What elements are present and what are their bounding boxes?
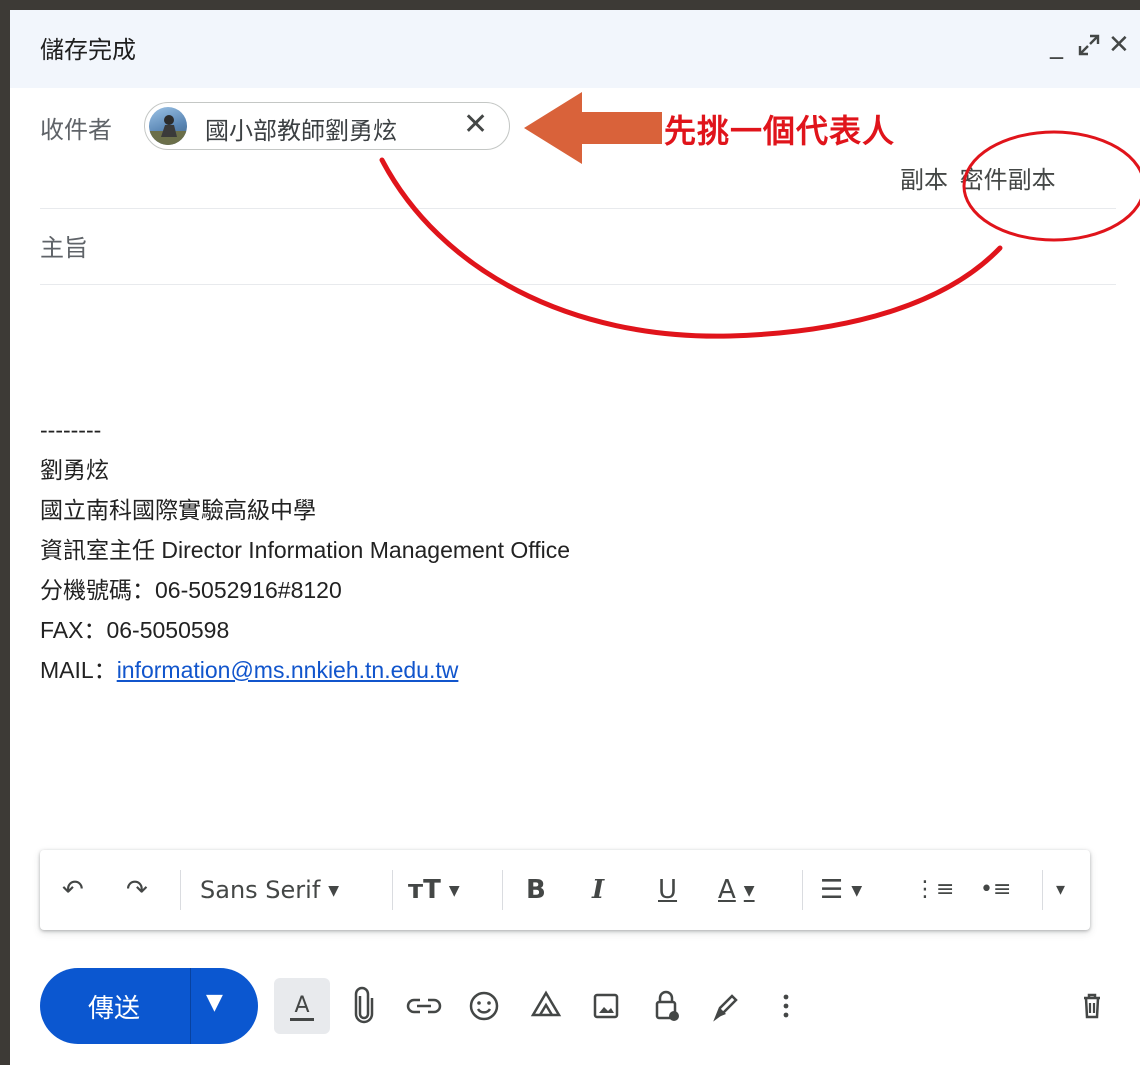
cc-bcc-links: 副本 密件副本 xyxy=(896,160,1056,195)
subject-input[interactable]: 主旨 xyxy=(40,228,88,263)
minimize-icon[interactable]: _ xyxy=(1050,30,1063,60)
chevron-down-icon: ▼ xyxy=(851,882,863,899)
drive-icon[interactable] xyxy=(518,978,574,1034)
signature-ext: 分機號碼：06-5052916#8120 xyxy=(40,577,342,603)
signature-mail-link[interactable]: information@ms.nnkieh.tn.edu.tw xyxy=(117,657,459,683)
signature-name: 劉勇炫 xyxy=(40,457,109,483)
more-formatting-icon[interactable]: ▾ xyxy=(1056,868,1065,912)
compose-title: 儲存完成 xyxy=(40,36,136,64)
send-options-icon[interactable]: ▼ xyxy=(206,990,223,1015)
send-label: 傳送 xyxy=(88,994,141,1024)
annotation-arrow-icon xyxy=(524,92,662,164)
toolbar-separator xyxy=(392,870,393,910)
expand-icon[interactable] xyxy=(1076,32,1102,67)
compose-titlebar[interactable]: 儲存完成 _ ✕ xyxy=(10,10,1140,88)
font-family-select[interactable]: Sans Serif ▼ xyxy=(200,868,339,912)
svg-text:A: A xyxy=(294,993,309,1018)
avatar xyxy=(149,107,187,145)
bulleted-list-icon[interactable]: •≡ xyxy=(980,868,1011,912)
to-label: 收件者 xyxy=(40,116,112,144)
recipients-divider xyxy=(40,208,1116,209)
link-icon[interactable] xyxy=(396,978,452,1034)
annotation-text: 先挑一個代表人 xyxy=(664,112,896,150)
chevron-down-icon: ▼ xyxy=(743,882,755,899)
send-button[interactable]: 傳送 ▼ xyxy=(40,968,258,1044)
underline-button[interactable]: U xyxy=(658,868,677,912)
chevron-down-icon: ▼ xyxy=(328,883,340,899)
toolbar-separator xyxy=(180,870,181,910)
remove-recipient-icon[interactable]: ✕ xyxy=(463,107,488,143)
recipient-chip-name: 國小部教師劉勇炫 xyxy=(205,117,397,145)
signature-block[interactable]: -------- 劉勇炫 國立南科國際實驗高級中學 資訊室主任 Director… xyxy=(40,410,570,690)
text-color-icon: A xyxy=(718,875,736,905)
redo-button[interactable]: ↷ xyxy=(126,868,148,912)
italic-button[interactable]: I xyxy=(592,868,604,912)
bcc-link[interactable]: 密件副本 xyxy=(960,166,1056,194)
cc-link[interactable]: 副本 xyxy=(900,166,948,194)
toolbar-separator xyxy=(802,870,803,910)
font-family-value: Sans Serif xyxy=(200,876,321,904)
undo-button[interactable]: ↶ xyxy=(62,868,84,912)
bold-button[interactable]: B xyxy=(526,868,546,912)
more-options-icon[interactable] xyxy=(758,978,814,1034)
confidential-icon[interactable] xyxy=(638,978,694,1034)
font-size-icon: тT xyxy=(408,875,441,905)
toolbar-separator xyxy=(502,870,503,910)
signature-dashes: -------- xyxy=(40,417,102,443)
signature-icon[interactable] xyxy=(698,978,754,1034)
compose-window: 儲存完成 _ ✕ 收件者 國小部教師劉勇炫 ✕ 先挑一個代表人 副本 密件副本 … xyxy=(0,0,1140,1065)
formatting-toolbar: ↶ ↷ Sans Serif ▼ тT ▼ B I U A ▼ ☰ ▼ ⋮≡ •≡ xyxy=(40,850,1090,930)
signature-title: 資訊室主任 Director Information Management Of… xyxy=(40,537,571,563)
signature-mail-label: MAIL： xyxy=(40,657,117,683)
compose-screen: 儲存完成 _ ✕ 收件者 國小部教師劉勇炫 ✕ 先挑一個代表人 副本 密件副本 … xyxy=(0,0,1140,1065)
align-select[interactable]: ☰ ▼ xyxy=(820,868,862,912)
send-separator xyxy=(190,968,191,1044)
recipient-chip[interactable]: 國小部教師劉勇炫 ✕ xyxy=(144,102,510,150)
trash-icon[interactable] xyxy=(1064,978,1120,1034)
font-size-select[interactable]: тT ▼ xyxy=(408,868,460,912)
signature-school: 國立南科國際實驗高級中學 xyxy=(40,497,316,523)
subject-divider xyxy=(40,284,1116,285)
attach-icon[interactable] xyxy=(336,978,392,1034)
signature-fax: FAX：06-5050598 xyxy=(40,617,230,643)
close-icon[interactable]: ✕ xyxy=(1108,30,1130,60)
toolbar-separator xyxy=(1042,870,1043,910)
numbered-list-icon[interactable]: ⋮≡ xyxy=(914,868,954,912)
align-icon: ☰ xyxy=(820,875,844,905)
text-color-select[interactable]: A ▼ xyxy=(718,868,755,912)
signature-mail-row: MAIL：information@ms.nnkieh.tn.edu.tw xyxy=(40,650,570,690)
photo-icon[interactable] xyxy=(578,978,634,1034)
chevron-down-icon: ▼ xyxy=(448,882,460,899)
emoji-icon[interactable] xyxy=(456,978,512,1034)
formatting-icon[interactable]: A xyxy=(274,978,330,1034)
